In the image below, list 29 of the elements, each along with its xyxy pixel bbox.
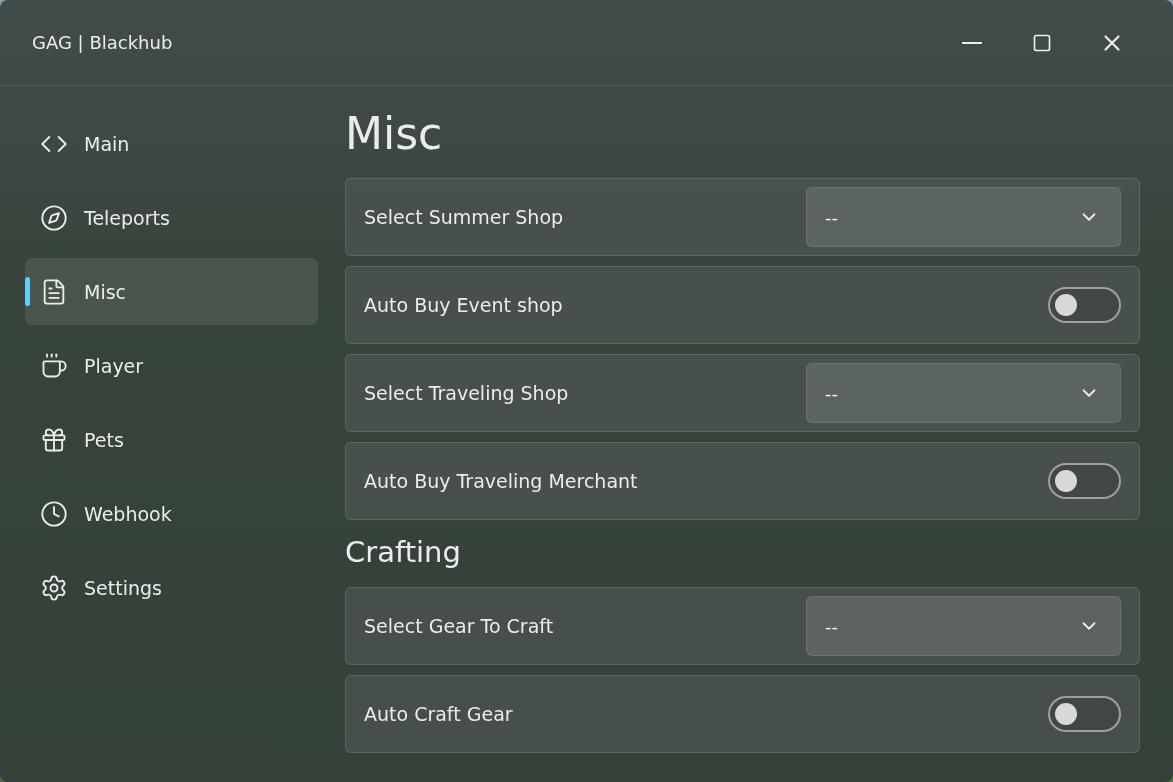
sidebar-item[interactable]: Pets xyxy=(25,406,318,473)
toggle-switch[interactable] xyxy=(1048,287,1121,323)
setting-label: Auto Craft Gear xyxy=(364,703,513,725)
toggle-switch[interactable] xyxy=(1048,696,1121,732)
sidebar-item[interactable]: Player xyxy=(25,332,318,399)
sidebar-item[interactable]: Misc xyxy=(25,258,318,325)
setting-label: Select Traveling Shop xyxy=(364,382,569,404)
page-title: Misc xyxy=(345,112,444,156)
sidebar-item[interactable]: Main xyxy=(25,110,318,177)
sidebar-item[interactable]: Teleports xyxy=(25,184,318,251)
maximize-icon xyxy=(1032,32,1052,53)
sidebar-item[interactable]: Webhook xyxy=(25,480,318,547)
selection-indicator xyxy=(25,277,30,306)
dropdown[interactable]: -- xyxy=(806,596,1121,656)
settings-icon xyxy=(40,573,68,602)
cup-icon xyxy=(40,351,68,380)
setting-label: Select Gear To Craft xyxy=(364,615,554,637)
minimize-icon xyxy=(962,41,982,44)
setting-label: Auto Buy Event shop xyxy=(364,294,563,316)
dropdown[interactable]: -- xyxy=(806,363,1121,423)
clock-icon xyxy=(40,499,68,528)
toggle-switch[interactable] xyxy=(1048,463,1121,499)
section-title: Crafting xyxy=(345,538,462,567)
dropdown[interactable]: -- xyxy=(806,187,1121,247)
setting-label: Select Summer Shop xyxy=(364,206,564,228)
window-title: GAG | Blackhub xyxy=(32,32,174,53)
compass-icon xyxy=(40,203,68,232)
setting-label: Auto Buy Traveling Merchant xyxy=(364,470,638,492)
sidebar-item[interactable]: Settings xyxy=(25,554,318,621)
